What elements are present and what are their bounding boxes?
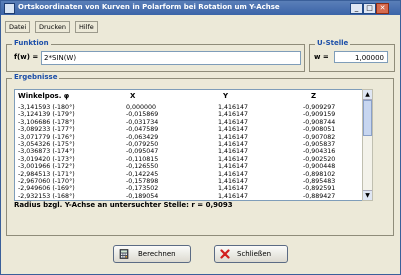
results-table[interactable]: Winkelpos. φ X Y Z -3,141593 (-180°) 0,00… — [14, 89, 363, 201]
table-cell: -3,071779 (-176°) — [18, 133, 75, 141]
table-cell: 1,416147 — [218, 148, 249, 156]
main-window: Ortskoordinaten von Kurven in Polarform … — [0, 0, 401, 275]
table-cell: -0,908051 — [303, 126, 336, 134]
table-cell: -0,189054 — [126, 192, 159, 200]
maximize-button[interactable]: □ — [363, 3, 376, 14]
ergebnisse-group: Ergebnisse Winkelpos. φ X Y Z -3,141593 … — [6, 73, 394, 236]
header-winkelpos: Winkelpos. φ — [18, 92, 70, 100]
ustelle-input[interactable]: 1,00000 — [334, 51, 388, 63]
table-cell: -3,141593 (-180°) — [18, 104, 75, 111]
table-cell: 1,416147 — [218, 155, 249, 163]
table-cell: -2,949606 (-169°) — [18, 185, 75, 193]
table-cell: 1,416147 — [218, 163, 249, 171]
table-cell: 1,416147 — [218, 141, 249, 148]
ustelle-label: w = — [314, 53, 329, 61]
funktion-label: f(w) = — [14, 53, 39, 61]
table-cell: 1,416147 — [218, 185, 249, 193]
table-cell: -3,054326 (-175°) — [18, 141, 75, 148]
table-cell: -0,031734 — [126, 118, 159, 126]
close-window-button[interactable]: ✕ — [376, 3, 389, 14]
table-cell: -0,142245 — [126, 170, 159, 178]
app-icon — [4, 3, 15, 14]
table-cell: -0,126550 — [126, 163, 159, 171]
schliessen-button[interactable]: Schließen — [214, 245, 288, 263]
table-cell: 1,416147 — [218, 133, 249, 141]
function-input[interactable]: 2*SIN(W) — [41, 51, 301, 65]
window-title: Ortskoordinaten von Kurven in Polarform … — [18, 3, 280, 11]
header-x: X — [130, 92, 136, 100]
table-cell: -2,932153 (-168°) — [18, 192, 75, 200]
table-cell: 1,416147 — [218, 192, 249, 200]
ergebnisse-legend: Ergebnisse — [12, 73, 60, 81]
menu-hilfe[interactable]: Hilfe — [75, 21, 98, 33]
close-x-icon — [220, 249, 230, 259]
menu-bar: Datei Drucken Hilfe — [1, 19, 400, 33]
table-cell: -0,907082 — [303, 133, 336, 141]
table-cell: -0,015869 — [126, 111, 159, 119]
table-cell: -3,106686 (-178°) — [18, 118, 75, 126]
table-cell: -3,089233 (-177°) — [18, 126, 75, 134]
funktion-legend: Funktion — [12, 39, 51, 47]
table-cell: -0,904316 — [303, 148, 336, 156]
table-cell: -0,095047 — [126, 148, 159, 156]
title-bar[interactable]: Ortskoordinaten von Kurven in Polarform … — [1, 1, 400, 15]
table-cell: 1,416147 — [218, 118, 249, 126]
table-cell: 1,416147 — [218, 170, 249, 178]
table-cell: 1,416147 — [218, 104, 249, 111]
table-cell: -2,967060 (-170°) — [18, 178, 75, 185]
table-cell: -3,001966 (-172°) — [18, 163, 75, 171]
table-cell: -0,898102 — [303, 170, 336, 178]
table-cell: -2,984513 (-171°) — [18, 170, 75, 178]
table-cell: -3,036873 (-174°) — [18, 148, 75, 156]
berechnen-label: Berechnen — [138, 250, 176, 258]
scroll-up-icon[interactable]: ▲ — [363, 90, 372, 100]
menu-drucken[interactable]: Drucken — [35, 21, 71, 33]
table-cell: -0,110815 — [126, 155, 159, 163]
schliessen-label: Schließen — [237, 250, 272, 258]
table-cell: 0,000000 — [126, 104, 157, 111]
table-cell: -0,047589 — [126, 126, 159, 134]
berechnen-button[interactable]: Berechnen — [113, 245, 191, 263]
table-cell: -0,173502 — [126, 185, 159, 193]
header-y: Y — [223, 92, 229, 100]
ustelle-legend: U-Stelle — [315, 39, 351, 47]
funktion-group: Funktion f(w) = 2*SIN(W) — [6, 39, 305, 72]
header-z: Z — [311, 92, 317, 100]
table-cell: -3,019420 (-173°) — [18, 155, 75, 163]
table-cell: -0,902520 — [303, 155, 336, 163]
table-cell: 1,416147 — [218, 126, 249, 134]
table-cell: -0,909159 — [303, 111, 336, 119]
table-cell: 1,416147 — [218, 178, 249, 185]
menu-datei[interactable]: Datei — [5, 21, 31, 33]
table-cell: -3,124139 (-179°) — [18, 111, 75, 119]
table-cell: -0,157898 — [126, 178, 159, 185]
table-cell: -0,900448 — [303, 163, 336, 171]
vertical-scrollbar[interactable]: ▲ ▼ — [362, 89, 373, 201]
table-cell: -0,905837 — [303, 141, 336, 148]
radius-status: Radius bzgl. Y-Achse an untersuchter Ste… — [14, 201, 233, 209]
calculator-icon — [119, 249, 129, 259]
ustelle-group: U-Stelle w = 1,00000 — [309, 39, 395, 72]
table-cell: -0,063429 — [126, 133, 159, 141]
table-cell: -0,909297 — [303, 104, 336, 111]
table-cell: 1,416147 — [218, 111, 249, 119]
table-cell: -0,079250 — [126, 141, 159, 148]
table-cell: -0,889427 — [303, 192, 336, 200]
table-cell: -0,908744 — [303, 118, 336, 126]
table-cell: -0,892591 — [303, 185, 336, 193]
table-cell: -0,895483 — [303, 178, 336, 185]
scroll-thumb[interactable] — [363, 100, 372, 136]
minimize-button[interactable]: _ — [350, 3, 363, 14]
scroll-down-icon[interactable]: ▼ — [363, 190, 372, 200]
